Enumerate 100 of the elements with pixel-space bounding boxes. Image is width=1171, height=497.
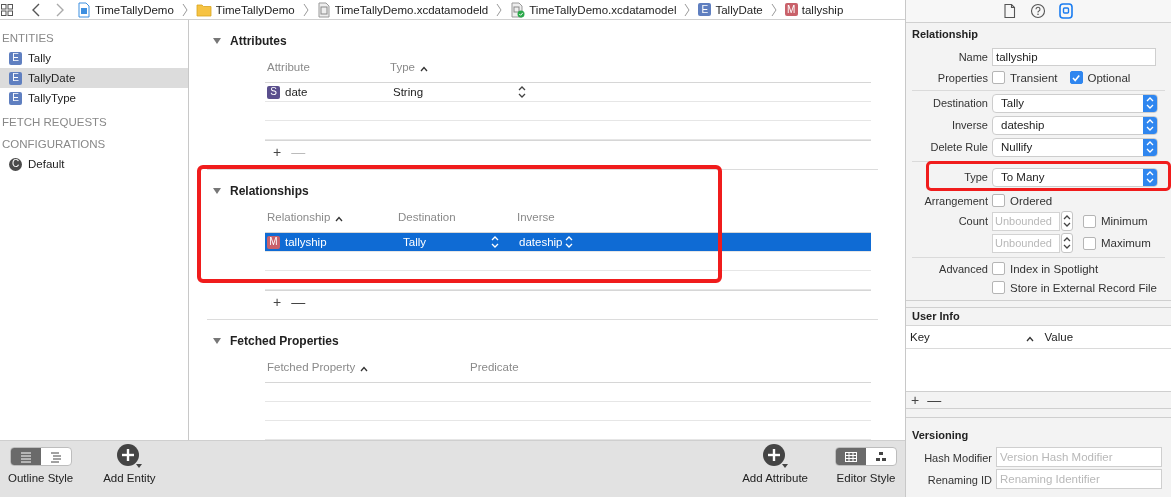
table-icon [845,450,857,463]
add-icon [116,442,143,469]
add-button[interactable]: + [911,393,920,407]
column-header[interactable]: Type [390,58,428,76]
checkbox-label: Minimum [1101,215,1148,227]
checkbox[interactable] [992,71,1005,84]
field-label: Destination [931,97,989,109]
field-label: Hash Modifier [923,452,993,464]
checkbox-label: Maximum [1101,237,1151,249]
chevron-up-down-icon [491,236,499,248]
field-label: Name [957,51,989,63]
breadcrumb[interactable]: TimeTallyDemo [193,1,297,18]
chevron-up-down-icon [565,236,574,248]
column-header[interactable]: Value [1044,331,1074,343]
inspector-tab[interactable] [1030,3,1047,19]
stepper-arrows-icon [1063,237,1071,249]
control-label: Editor Style [836,471,896,485]
add-icon [762,442,789,469]
checkbox[interactable] [1083,236,1096,250]
column-header[interactable]: Inverse [517,208,555,226]
breadcrumb[interactable]: TimeTallyDemo [75,1,176,18]
section-title: Relationships [230,184,309,198]
chevron-right-icon [684,2,691,17]
field-label: Properties [936,71,989,84]
document-check-icon [510,1,526,18]
checkbox[interactable] [992,281,1005,294]
sidebar-item[interactable]: E Tally [0,48,188,68]
section-title: Fetched Properties [230,334,339,348]
add-button[interactable] [116,445,143,466]
configuration-badge: C [9,157,22,171]
chevron-right-icon [302,2,309,17]
column-header[interactable]: Relationship [267,208,344,226]
inspector-tab[interactable] [1058,3,1075,19]
checkbox-label: Index in Spotlight [1010,262,1099,275]
chevron-up-down-icon [1146,141,1154,153]
popup-button[interactable]: To Many [992,167,1158,187]
stepper[interactable] [1061,211,1073,231]
sidebar-item[interactable]: E TallyDate [0,68,188,88]
column-header[interactable]: Fetched Property [267,358,369,376]
table-row[interactable]: M tallyship Tally dateship [265,233,871,252]
checkbox-label: Optional [1087,71,1131,84]
checkbox-label: Transient [1010,71,1058,84]
add-button[interactable]: + [273,294,282,309]
table-row[interactable]: S date String [265,83,871,102]
checkbox[interactable] [1069,71,1083,84]
chevron-up-down-icon [1146,171,1154,183]
text-field[interactable]: tallyship [992,48,1156,66]
sidebar-item[interactable]: E TallyType [0,88,188,108]
table-cell[interactable]: Tally [396,233,515,251]
attributes-inspector-icon [1058,3,1075,19]
table-cell[interactable]: dateship [515,233,871,251]
add-button[interactable]: + [273,144,282,159]
chevron-right-icon [770,2,777,17]
breadcrumb[interactable]: M tallyship [782,3,846,16]
relationship-badge: M [267,235,280,249]
attribute-badge: S [267,85,280,99]
column-header[interactable]: Destination [398,208,456,226]
add-button[interactable] [762,445,789,466]
checkbox-label: Store in External Record File [1010,281,1157,294]
number-field[interactable]: Unbounded [992,233,1060,253]
column-header[interactable]: Predicate [470,358,519,376]
control-label: Outline Style [8,471,74,485]
sidebar-item[interactable]: C Default [0,154,188,174]
stepper[interactable] [1061,233,1073,253]
field-label: Count [957,215,989,227]
breadcrumb[interactable]: E TallyDate [696,3,765,16]
outline-icon [49,450,62,463]
remove-button[interactable]: — [291,294,306,309]
entity-badge: E [9,91,22,105]
chevron-right-icon [181,2,188,17]
folder-icon [195,1,212,18]
grid-icon [1,3,13,16]
field-label: Inverse [950,119,989,131]
breadcrumb[interactable]: TimeTallyDemo.xcdatamodeld [314,1,491,18]
text-field[interactable]: Renaming Identifier [996,468,1162,489]
table-cell-text: M tallyship [266,234,328,251]
relationship-badge: M [784,3,798,16]
stepper-arrows-icon [1063,215,1071,227]
number-field[interactable]: Unbounded [992,211,1060,231]
project-file-icon [77,1,91,18]
chevron-up-down-icon [1146,97,1154,109]
checkbox[interactable] [992,194,1005,207]
popup-button[interactable]: Nullify [992,137,1158,157]
field-label: Renaming ID [926,474,993,486]
column-header[interactable]: Key [910,331,930,343]
entity-badge: E [698,3,712,16]
column-header[interactable]: Attribute [267,58,310,76]
popup-button[interactable]: dateship [992,115,1158,135]
field-label: Arrangement [923,194,989,207]
breadcrumb[interactable]: TimeTallyDemo.xcdatamodel [508,1,679,18]
segment-button[interactable] [836,448,866,465]
chevron-up-down-icon [518,86,527,98]
remove-button[interactable]: — [927,393,942,407]
diagram-icon [875,450,887,463]
text-field[interactable]: Version Hash Modifier [996,446,1162,467]
popup-button[interactable]: Tally [992,93,1158,113]
chevron-up-down-icon [1146,119,1154,131]
checkbox[interactable] [1083,214,1096,228]
checkbox[interactable] [992,262,1005,275]
table-cell[interactable]: String [388,83,871,101]
